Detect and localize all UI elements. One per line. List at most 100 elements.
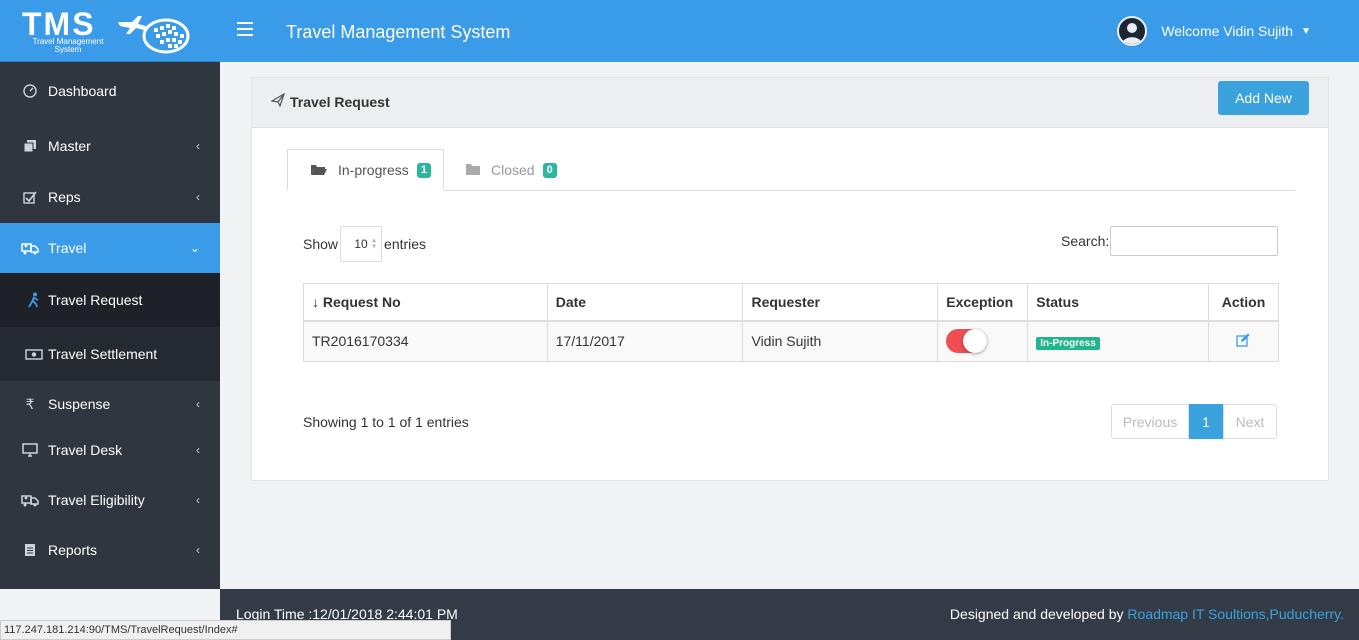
status-badge: In-Progress xyxy=(1036,337,1100,351)
table-row: TR2016170334 17/11/2017 Vidin Sujith In-… xyxy=(303,320,1280,362)
travel-request-panel: Travel Request Add New In-progress 1 Clo… xyxy=(251,77,1329,481)
column-header-requester[interactable]: Requester xyxy=(742,283,939,322)
user-greeting: Welcome Vidin Sujith xyxy=(1161,23,1294,39)
credit: Designed and developed by Roadmap IT Sou… xyxy=(950,606,1344,622)
credit-link[interactable]: Roadmap IT Soultions,Puducherry. xyxy=(1127,606,1344,622)
sidebar-subitem-travel-settlement[interactable]: Travel Settlement xyxy=(0,327,220,381)
spinner-icon: ▲ ▼ xyxy=(371,238,378,250)
rupee-icon: ₹ xyxy=(25,395,35,412)
logo[interactable]: TMS Travel Management System xyxy=(0,0,220,62)
chevron-left-icon: ‹ xyxy=(196,493,200,507)
globe-icon xyxy=(114,8,198,57)
table-header-row: ↓ Request No Date Requester Exception St… xyxy=(303,283,1280,322)
chevron-down-icon: ⌄ xyxy=(189,241,200,255)
column-header-exception[interactable]: Exception xyxy=(937,283,1029,322)
sidebar-item-reps[interactable]: Reps ‹ xyxy=(0,172,220,222)
sidebar-item-label: Travel Eligibility xyxy=(48,492,145,508)
page-1-button[interactable]: 1 xyxy=(1189,404,1223,439)
sidebar-subitem-label: Travel Request xyxy=(48,292,143,308)
page-size-control: Show 10 ▲ ▼ entries xyxy=(303,226,426,262)
sidebar-item-label: Reports xyxy=(48,542,98,558)
plane-icon xyxy=(270,92,286,110)
next-page-button[interactable]: Next xyxy=(1223,404,1277,439)
sidebar: TMS Travel Management System Dashboard M… xyxy=(0,0,220,589)
exception-toggle[interactable] xyxy=(946,329,988,354)
avatar xyxy=(1117,16,1148,46)
logo-subtext: Travel Management System xyxy=(32,37,104,54)
sidebar-item-travel-desk[interactable]: Travel Desk ‹ xyxy=(0,427,220,473)
copy-icon xyxy=(20,139,40,153)
file-icon xyxy=(20,543,40,557)
sidebar-subitem-travel-request[interactable]: Travel Request xyxy=(0,273,220,327)
panel-header: Travel Request Add New xyxy=(252,78,1328,128)
chevron-left-icon: ‹ xyxy=(196,443,200,457)
sidebar-item-reports[interactable]: Reports ‹ xyxy=(0,525,220,575)
exception-cell xyxy=(937,320,1029,362)
action-cell xyxy=(1207,320,1280,362)
check-square-icon xyxy=(20,190,40,204)
page-size-value: 10 xyxy=(354,237,368,251)
chevron-left-icon: ‹ xyxy=(196,543,200,557)
column-header-status[interactable]: Status xyxy=(1027,283,1209,322)
count-badge: 1 xyxy=(416,162,431,178)
sidebar-item-master[interactable]: Master ‹ xyxy=(0,120,220,172)
dashboard-icon xyxy=(20,84,40,98)
sidebar-item-label: Travel xyxy=(48,240,87,256)
caret-down-icon: ▼ xyxy=(1301,25,1311,37)
show-label: Show xyxy=(303,236,339,252)
sidebar-item-label: Suspense xyxy=(48,396,111,412)
user-menu[interactable]: Welcome Vidin Sujith ▼ xyxy=(1117,16,1311,46)
sidebar-subitem-label: Travel Settlement xyxy=(48,346,158,362)
travel-submenu: Travel Request Travel Settlement xyxy=(0,273,220,381)
column-header-date[interactable]: Date xyxy=(546,283,744,322)
edit-icon[interactable] xyxy=(1236,333,1250,350)
app-title: Travel Management System xyxy=(286,22,511,42)
sidebar-item-suspense[interactable]: ₹ Suspense ‹ xyxy=(0,381,220,427)
date-cell: 17/11/2017 xyxy=(546,320,744,362)
count-badge: 0 xyxy=(542,162,557,178)
column-header-request-no[interactable]: ↓ Request No xyxy=(303,283,548,322)
request-no-cell: TR2016170334 xyxy=(303,320,548,362)
chevron-left-icon: ‹ xyxy=(196,190,200,204)
folder-icon xyxy=(465,162,481,179)
desktop-icon xyxy=(20,443,40,457)
travel-icon xyxy=(20,493,40,507)
tab-closed[interactable]: Closed 0 xyxy=(465,149,557,191)
column-header-action: Action xyxy=(1207,283,1280,322)
pagination: Previous 1 Next xyxy=(1111,404,1277,439)
top-bar: Travel Management System Welcome Vidin S… xyxy=(220,0,1359,62)
panel-title: Travel Request xyxy=(270,92,390,110)
menu-toggle-icon[interactable] xyxy=(237,22,253,40)
sidebar-item-label: Reps xyxy=(48,189,81,205)
tab-label: Closed xyxy=(491,162,535,178)
search-input[interactable] xyxy=(1110,226,1279,256)
credit-prefix: Designed and developed by xyxy=(949,606,1124,622)
panel-title-text: Travel Request xyxy=(290,93,390,110)
status-tabs: In-progress 1 Closed 0 xyxy=(287,149,1295,191)
walking-icon xyxy=(24,292,44,308)
add-new-button[interactable]: Add New xyxy=(1218,81,1309,115)
chevron-left-icon: ‹ xyxy=(196,139,200,153)
chevron-left-icon: ‹ xyxy=(196,397,200,411)
money-icon xyxy=(24,347,44,361)
sidebar-item-travel-eligibility[interactable]: Travel Eligibility ‹ xyxy=(0,475,220,525)
folder-open-icon xyxy=(310,162,328,179)
previous-page-button[interactable]: Previous xyxy=(1111,404,1189,439)
sidebar-item-label: Dashboard xyxy=(48,83,117,99)
travel-icon xyxy=(20,241,40,255)
search-label: Search: xyxy=(1061,233,1110,249)
entries-label: entries xyxy=(384,236,427,252)
browser-status-bar: 117.247.181.214:90/TMS/TravelRequest/Ind… xyxy=(0,620,451,640)
page-size-select[interactable]: 10 ▲ ▼ xyxy=(340,226,383,262)
sidebar-item-label: Master xyxy=(48,138,91,154)
logo-text: TMS xyxy=(22,5,96,42)
status-cell: In-Progress xyxy=(1027,320,1209,362)
search-control: Search: xyxy=(1061,226,1279,256)
table-info: Showing 1 to 1 of 1 entries xyxy=(303,414,469,430)
request-table: ↓ Request No Date Requester Exception St… xyxy=(303,283,1280,362)
sidebar-item-dashboard[interactable]: Dashboard xyxy=(0,62,220,120)
tab-in-progress[interactable]: In-progress 1 xyxy=(287,149,444,191)
requester-cell: Vidin Sujith xyxy=(742,320,939,362)
sidebar-item-travel[interactable]: Travel ⌄ xyxy=(0,223,220,273)
sidebar-item-label: Travel Desk xyxy=(48,442,123,458)
